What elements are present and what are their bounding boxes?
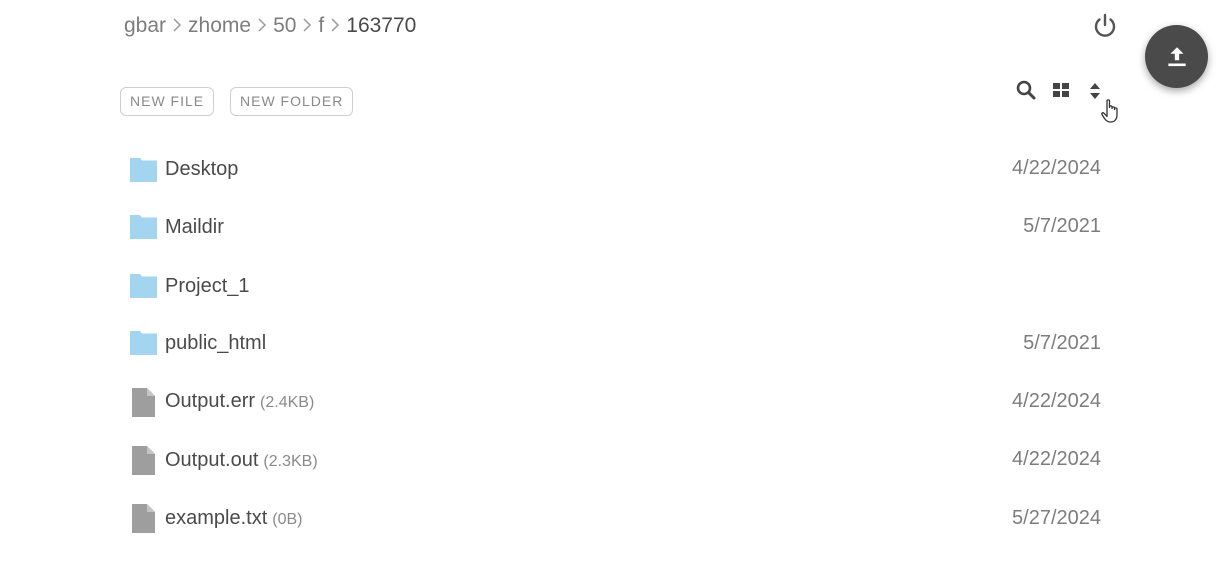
new-file-button[interactable]: NEW FILE — [120, 87, 215, 116]
chevron-right-icon — [324, 14, 346, 38]
list-item[interactable]: Output.out (2.3KB) 4/22/2024 — [120, 432, 1110, 491]
file-name: Desktop — [165, 158, 239, 180]
file-icon — [132, 504, 155, 533]
file-name: Maildir — [165, 216, 224, 238]
breadcrumb-current: 163770 — [346, 14, 417, 37]
list-item[interactable]: Desktop 4/22/2024 — [120, 140, 1110, 198]
file-date: 4/22/2024 — [1012, 157, 1101, 179]
breadcrumb-item-zhome[interactable]: zhome — [188, 14, 251, 38]
search-icon[interactable] — [1015, 79, 1037, 101]
file-name: public_html — [165, 332, 267, 354]
file-size: (2.3KB) — [263, 453, 318, 470]
chevron-right-icon — [296, 14, 318, 38]
chevron-right-icon — [166, 14, 188, 38]
list-item[interactable]: example.txt (0B) 5/27/2024 — [120, 491, 1110, 550]
file-size: (2.4KB) — [260, 394, 315, 411]
grid-view-icon[interactable] — [1050, 79, 1072, 101]
file-list: Desktop 4/22/2024 Maildir 5/7/2021 Proje… — [120, 140, 1110, 550]
breadcrumb: gbar zhome 50 f 163770 — [124, 12, 416, 40]
upload-button[interactable] — [1145, 25, 1208, 88]
power-icon[interactable] — [1090, 11, 1120, 41]
list-item[interactable]: Project_1 — [120, 257, 1110, 315]
file-date: 5/7/2021 — [1023, 215, 1101, 237]
hand-cursor-icon — [1100, 98, 1122, 124]
sort-icon[interactable] — [1084, 79, 1106, 101]
file-icon — [132, 388, 155, 417]
file-date: 4/22/2024 — [1012, 448, 1101, 470]
folder-icon — [130, 331, 157, 355]
file-icon — [132, 446, 155, 475]
file-name: Project_1 — [165, 275, 250, 297]
folder-icon — [130, 158, 157, 182]
file-browser: gbar zhome 50 f 163770 NEW FILE NEW FOLD… — [0, 0, 1232, 587]
file-name: Output.out — [165, 449, 259, 471]
file-date: 5/7/2021 — [1023, 332, 1101, 354]
folder-icon — [130, 274, 157, 298]
list-item[interactable]: public_html 5/7/2021 — [120, 315, 1110, 374]
breadcrumb-item-50[interactable]: 50 — [273, 14, 296, 38]
file-date: 4/22/2024 — [1012, 390, 1101, 412]
file-name: Output.err — [165, 390, 256, 412]
folder-icon — [130, 215, 157, 239]
upload-icon — [1167, 46, 1186, 66]
list-item[interactable]: Output.err (2.4KB) 4/22/2024 — [120, 374, 1110, 432]
file-name: example.txt — [165, 507, 268, 529]
file-size: (0B) — [272, 511, 303, 528]
file-date: 5/27/2024 — [1012, 507, 1101, 529]
new-folder-button[interactable]: NEW FOLDER — [230, 87, 354, 116]
list-item[interactable]: Maildir 5/7/2021 — [120, 198, 1110, 257]
breadcrumb-item-gbar[interactable]: gbar — [124, 14, 166, 38]
chevron-right-icon — [251, 14, 273, 38]
